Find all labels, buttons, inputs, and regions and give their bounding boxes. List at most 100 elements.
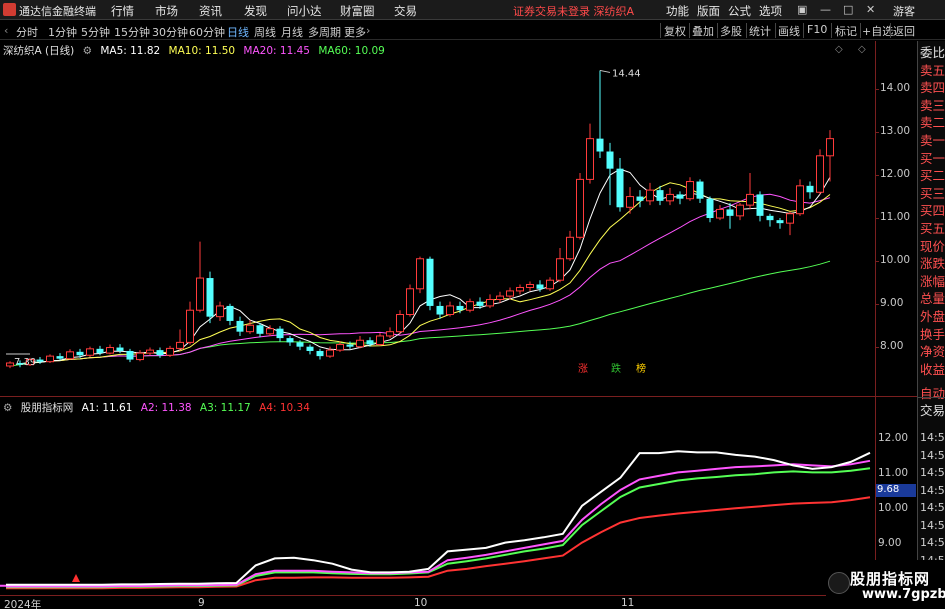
tag-fall[interactable]: 跌 [611,360,621,375]
btn-mark[interactable]: 标记 [835,23,857,39]
candle-body [576,178,584,238]
candle-body [236,320,244,332]
a1-label: A1: 11.61 [81,402,133,414]
y-tick-label: 10.00 [878,502,909,515]
divider [860,23,861,38]
candle-body [126,350,134,360]
btn-add-watchlist[interactable]: +自选 [862,23,893,39]
indicator-line-a4 [6,496,871,590]
side-lower-item[interactable]: 自动 [920,386,945,401]
period-1min[interactable]: 1分钟 [48,24,77,40]
candle-body [526,283,534,288]
y-tick-label: 10.00 [880,253,911,266]
candle-body [536,284,544,289]
divider [717,23,718,38]
menu-layout[interactable]: 版面 [697,3,720,19]
candle-body [826,138,834,157]
candle-body [136,352,144,361]
menu-function[interactable]: 功能 [666,3,689,19]
menu-discover[interactable]: 发现 [244,3,267,19]
y-tick-label: 12.00 [878,432,909,445]
divider [890,23,891,38]
period-5min[interactable]: 5分钟 [81,24,110,40]
candle-body [316,350,324,357]
candle-body [416,258,424,290]
btn-f10[interactable]: F10 [807,23,827,36]
skin-icon[interactable]: ▣ [797,3,807,16]
guest-user[interactable]: 游客 [893,3,915,19]
btn-drawing[interactable]: 画线 [778,23,800,39]
close-icon[interactable]: ✕ [866,3,875,16]
diamond-icon[interactable]: ◇ [858,44,866,55]
indicator-chart[interactable]: ⚙ 股朋指标网 A1: 11.61 A2: 11.38 A3: 11.17 A4… [0,398,875,595]
minimize-icon[interactable]: — [820,3,831,16]
a2-label: A2: 11.38 [140,402,192,414]
candle-body [6,362,14,367]
date-tick: 2024年 [4,599,42,609]
candle-body [486,299,494,307]
y-tick-label: 11.00 [880,211,911,223]
maximize-icon[interactable]: □ [843,3,853,16]
candle-body [146,349,154,354]
menu-formula[interactable]: 公式 [728,3,751,19]
settings-icon[interactable]: ⚙ [83,45,92,57]
period-60min[interactable]: 60分钟 [189,24,225,40]
btn-multi-stock[interactable]: 多股 [720,23,742,39]
tag-rise[interactable]: 涨 [578,360,588,375]
btn-adjust[interactable]: 复权 [664,23,686,39]
more-arrow-icon[interactable]: › [366,24,370,37]
period-more[interactable]: 更多 [344,24,366,40]
side-lower-item[interactable]: 交易 [920,403,945,418]
panel-divider [917,397,945,398]
candle-body [216,305,224,318]
candle-body [566,236,574,260]
side-item: 收益 [920,361,945,377]
candle-body [166,347,174,356]
candle-body [346,344,354,347]
candle-body [586,138,594,180]
ma5-label: MA5: 11.82 [100,45,161,57]
candle-body [366,340,374,345]
period-multi[interactable]: 多周期 [308,24,341,40]
btn-stats[interactable]: 统计 [749,23,771,39]
trade-time: 14:56 [920,501,945,514]
settings-icon[interactable]: ⚙ [3,402,12,414]
collapse-icon[interactable]: ‹ [4,24,8,37]
candle-body [46,355,54,363]
candle-body [116,347,124,351]
candle-body [176,341,184,349]
menu-ask[interactable]: 问小达 [287,3,322,19]
date-tick: 10 [414,597,428,609]
side-item: 买五 [920,221,945,236]
period-weekly[interactable]: 周线 [254,24,276,40]
period-intraday[interactable]: 分时 [16,24,38,40]
menu-wealth[interactable]: 财富圈 [340,3,375,19]
menu-exchange[interactable]: 市场 [155,3,178,19]
menu-trade[interactable]: 交易 [394,3,417,19]
menu-market[interactable]: 行情 [111,3,134,19]
menu-news[interactable]: 资讯 [199,3,222,19]
login-status[interactable]: 证券交易未登录 深纺织A [513,3,634,19]
watermark: 股朋指标网 www.7gpzb.com [826,560,945,609]
diamond-icon[interactable]: ◇ [835,44,843,55]
btn-overlay[interactable]: 叠加 [692,23,714,39]
quote-side-panel: 委比 卖五 卖四 卖三 卖二 卖一 买一 买二 买三 买四 买五 现价 涨跌 涨幅 总量 外盘 换手 净资 收益 自动… [917,41,945,609]
btn-back[interactable]: 返回 [893,23,915,39]
side-item: 卖一 [920,133,945,148]
y-tick-label: 14.00 [880,82,911,95]
candle-body [426,258,434,306]
y-tick-mark [876,175,879,177]
period-daily[interactable]: 日线 [227,24,249,40]
high-price-label: 14.44 [612,68,641,79]
y-tick-mark [876,89,879,91]
divider [660,23,661,38]
menu-options[interactable]: 选项 [759,3,782,19]
period-30min[interactable]: 30分钟 [152,24,188,40]
main-price-chart[interactable]: 深纺织A (日线) ⚙ MA5: 11.82 MA10: 11.50 MA20:… [0,41,875,395]
candle-body [376,335,384,346]
period-toolbar: ‹ 分时 1分钟 5分钟 15分钟 30分钟 60分钟 日线 周线 月线 多周期… [0,21,945,40]
tag-rank[interactable]: 榜 [636,360,646,375]
main-chart-legend: 深纺织A (日线) ⚙ MA5: 11.82 MA10: 11.50 MA20:… [3,43,390,58]
period-monthly[interactable]: 月线 [281,24,303,40]
period-15min[interactable]: 15分钟 [114,24,150,40]
